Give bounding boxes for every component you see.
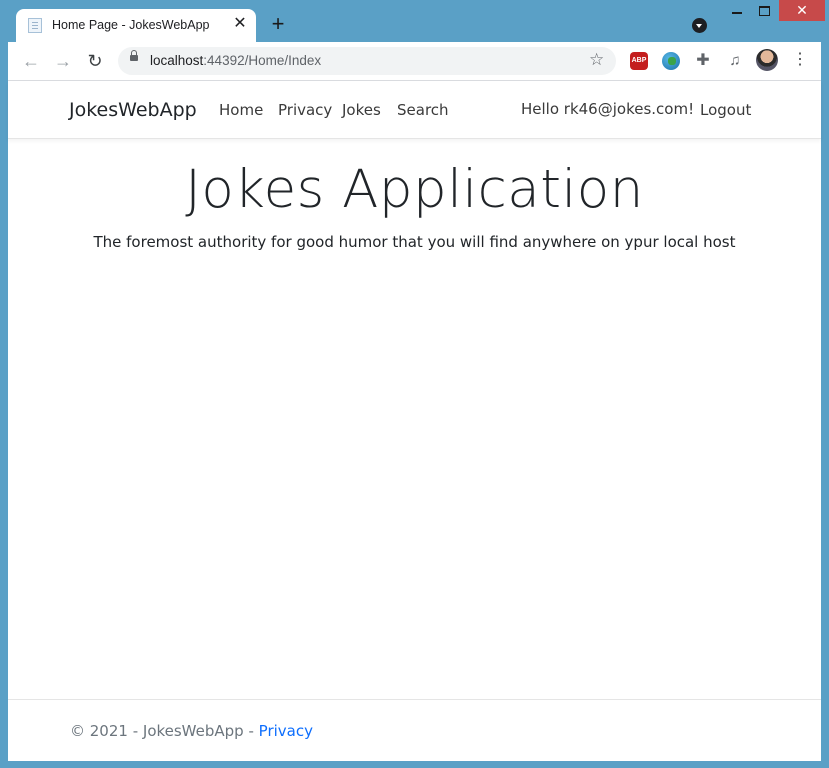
url-host: localhost [150,53,204,68]
globe-extension-icon[interactable] [662,52,680,70]
address-bar[interactable]: localhost:44392/Home/Index ☆ [118,47,616,75]
extensions-puzzle-icon[interactable]: ✚ [694,52,712,70]
browser-menu-icon[interactable]: ⋮ [792,49,808,71]
reload-icon[interactable]: ↻ [84,50,106,72]
title-bar: Home Page - JokesWebApp ✕ + ✕ [0,0,829,42]
new-tab-icon[interactable]: + [268,13,288,35]
nav-home-link[interactable]: Home [219,101,263,119]
adblock-plus-icon[interactable]: ABP [630,52,648,70]
page-subtitle: The foremost authority for good humor th… [93,233,736,251]
forward-arrow-icon[interactable]: → [52,50,74,72]
footer-text: © 2021 - JokesWebApp - Privacy [70,722,313,740]
logout-button[interactable]: Logout [700,101,751,119]
site-footer: © 2021 - JokesWebApp - Privacy [8,699,821,762]
media-control-icon[interactable]: ♫ [726,52,744,70]
footer-privacy-link[interactable]: Privacy [259,722,313,740]
back-arrow-icon[interactable]: ← [20,50,42,72]
nav-jokes-link[interactable]: Jokes [342,101,381,119]
url-path: :44392/Home/Index [203,53,322,68]
browser-toolbar: ← → ↻ localhost:44392/Home/Index ☆ ABP ✚… [8,42,821,81]
copyright-text: © 2021 - JokesWebApp - [70,722,259,740]
url-text[interactable]: localhost:44392/Home/Index [150,53,321,68]
site-brand-link[interactable]: JokesWebApp [69,99,197,121]
bookmark-star-icon[interactable]: ☆ [589,50,604,70]
minimize-button[interactable] [722,0,752,22]
close-tab-icon[interactable]: ✕ [232,15,248,33]
page-title: Jokes Application [185,159,644,220]
maximize-button[interactable] [752,0,778,22]
tab-search-icon[interactable] [692,18,707,33]
profile-avatar[interactable] [756,49,778,71]
page-favicon-icon [28,18,42,33]
nav-privacy-link[interactable]: Privacy [278,101,332,119]
user-greeting-link[interactable]: Hello rk46@jokes.com! [521,100,694,118]
lock-icon [130,50,138,61]
browser-window: Home Page - JokesWebApp ✕ + ✕ ← → ↻ loca… [0,0,829,768]
tab-home-page[interactable]: Home Page - JokesWebApp ✕ [16,9,256,42]
site-navbar: JokesWebApp Home Privacy Jokes Search He… [8,81,821,139]
nav-search-link[interactable]: Search [397,101,449,119]
web-page: JokesWebApp Home Privacy Jokes Search He… [8,81,821,761]
tab-title: Home Page - JokesWebApp [52,18,210,32]
close-window-button[interactable]: ✕ [779,0,825,21]
